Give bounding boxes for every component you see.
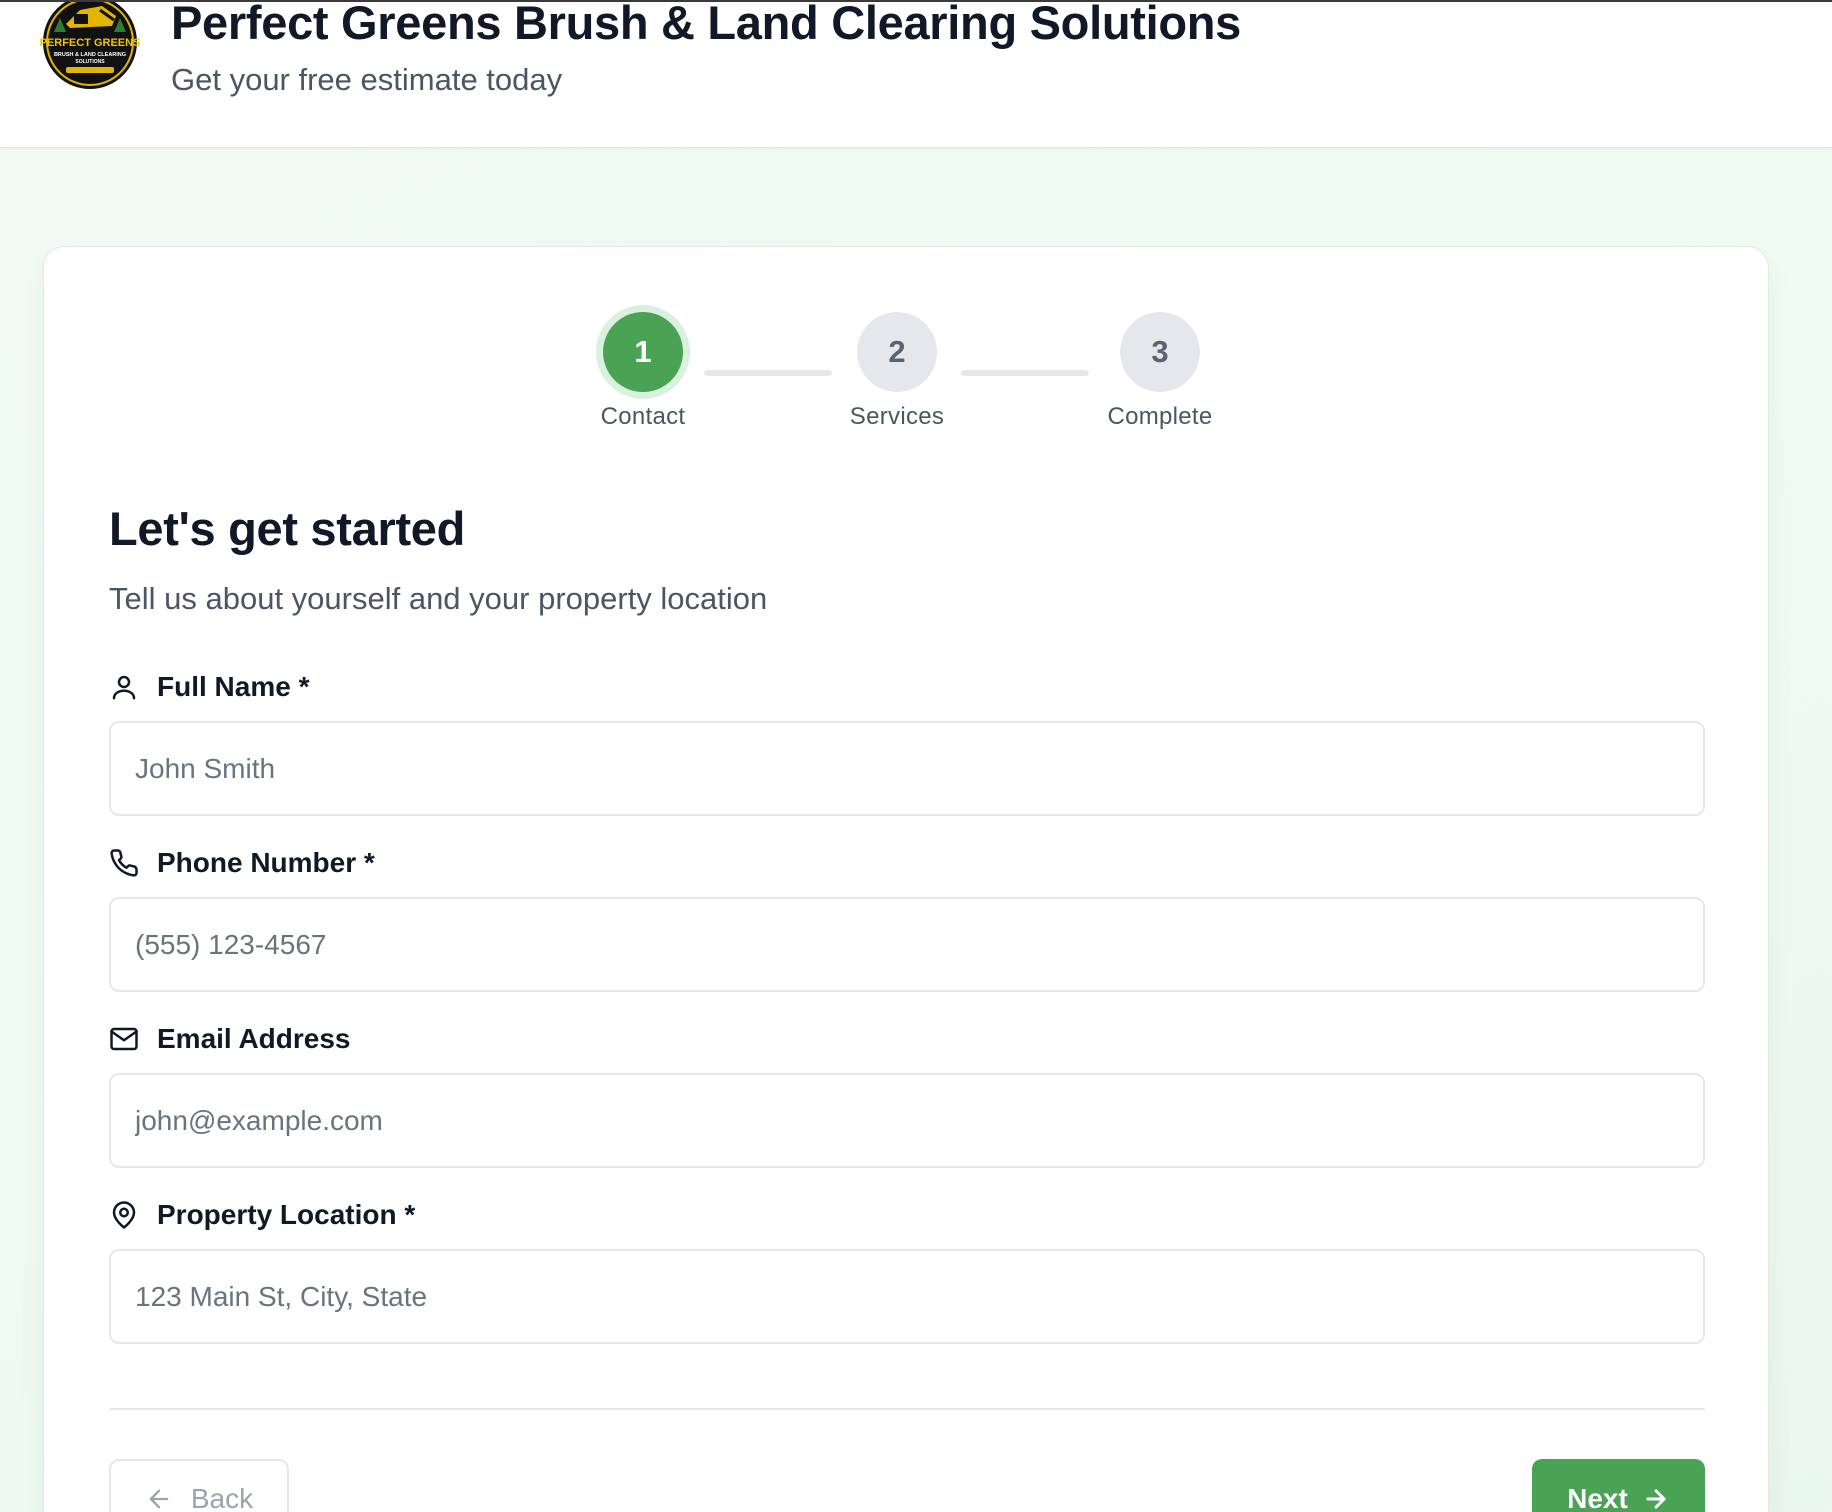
form-title: Let's get started [109, 502, 466, 555]
email-address-label-text: Email Address [157, 1023, 351, 1054]
map-pin-icon [112, 1201, 136, 1229]
email-address-label: Email Address [109, 1023, 350, 1055]
step-1-number: 1 [634, 334, 652, 369]
back-button[interactable]: Back [109, 1459, 289, 1512]
header-tagline: Get your free estimate today [171, 62, 563, 97]
email-address-input[interactable] [109, 1073, 1705, 1168]
step-connector-2 [961, 370, 1089, 376]
arrow-left-icon [149, 1489, 169, 1509]
company-logo[interactable]: PERFECT GREENS BRUSH & LAND CLEARING SOL… [40, 0, 140, 94]
mail-icon [110, 1027, 138, 1051]
site-header: PERFECT GREENS BRUSH & LAND CLEARING SOL… [0, 0, 1832, 148]
full-name-label: Full Name * [109, 671, 309, 703]
step-3-indicator: 3 [1120, 312, 1200, 392]
user-icon [112, 675, 136, 700]
full-name-label-text: Full Name * [157, 671, 310, 702]
step-3-label: Complete [1107, 403, 1213, 430]
form-subtitle: Tell us about yourself and your property… [109, 581, 768, 616]
phone-icon [110, 849, 138, 877]
phone-number-label: Phone Number * [109, 847, 375, 879]
estimate-form-card: 1 Contact 2 Services 3 Complete Let's ge… [43, 246, 1769, 1512]
logo-top-text: PERFECT GREENS [40, 37, 140, 49]
step-1-label: Contact [600, 403, 686, 430]
phone-number-label-text: Phone Number * [157, 847, 375, 878]
property-location-label-text: Property Location * [157, 1199, 416, 1230]
phone-number-input[interactable] [109, 897, 1705, 992]
arrow-right-icon [1646, 1489, 1666, 1509]
logo-bottom-text: SOLUTIONS [75, 59, 105, 65]
full-name-input[interactable] [109, 721, 1705, 816]
step-2-number: 2 [888, 334, 906, 369]
form-divider [109, 1408, 1705, 1410]
next-button-label: Next [1567, 1483, 1628, 1512]
back-button-label: Back [190, 1483, 254, 1512]
step-3-number: 3 [1151, 334, 1169, 369]
logo-middle-text: BRUSH & LAND CLEARING [54, 52, 126, 58]
step-2-indicator: 2 [857, 312, 937, 392]
company-name: Perfect Greens Brush & Land Clearing Sol… [171, 0, 1242, 49]
step-1-indicator: 1 [603, 312, 683, 392]
property-location-input[interactable] [109, 1249, 1705, 1344]
next-button[interactable]: Next [1532, 1459, 1705, 1512]
property-location-label: Property Location * [109, 1199, 415, 1231]
step-connector-1 [704, 370, 832, 376]
step-2-label: Services [849, 403, 945, 430]
